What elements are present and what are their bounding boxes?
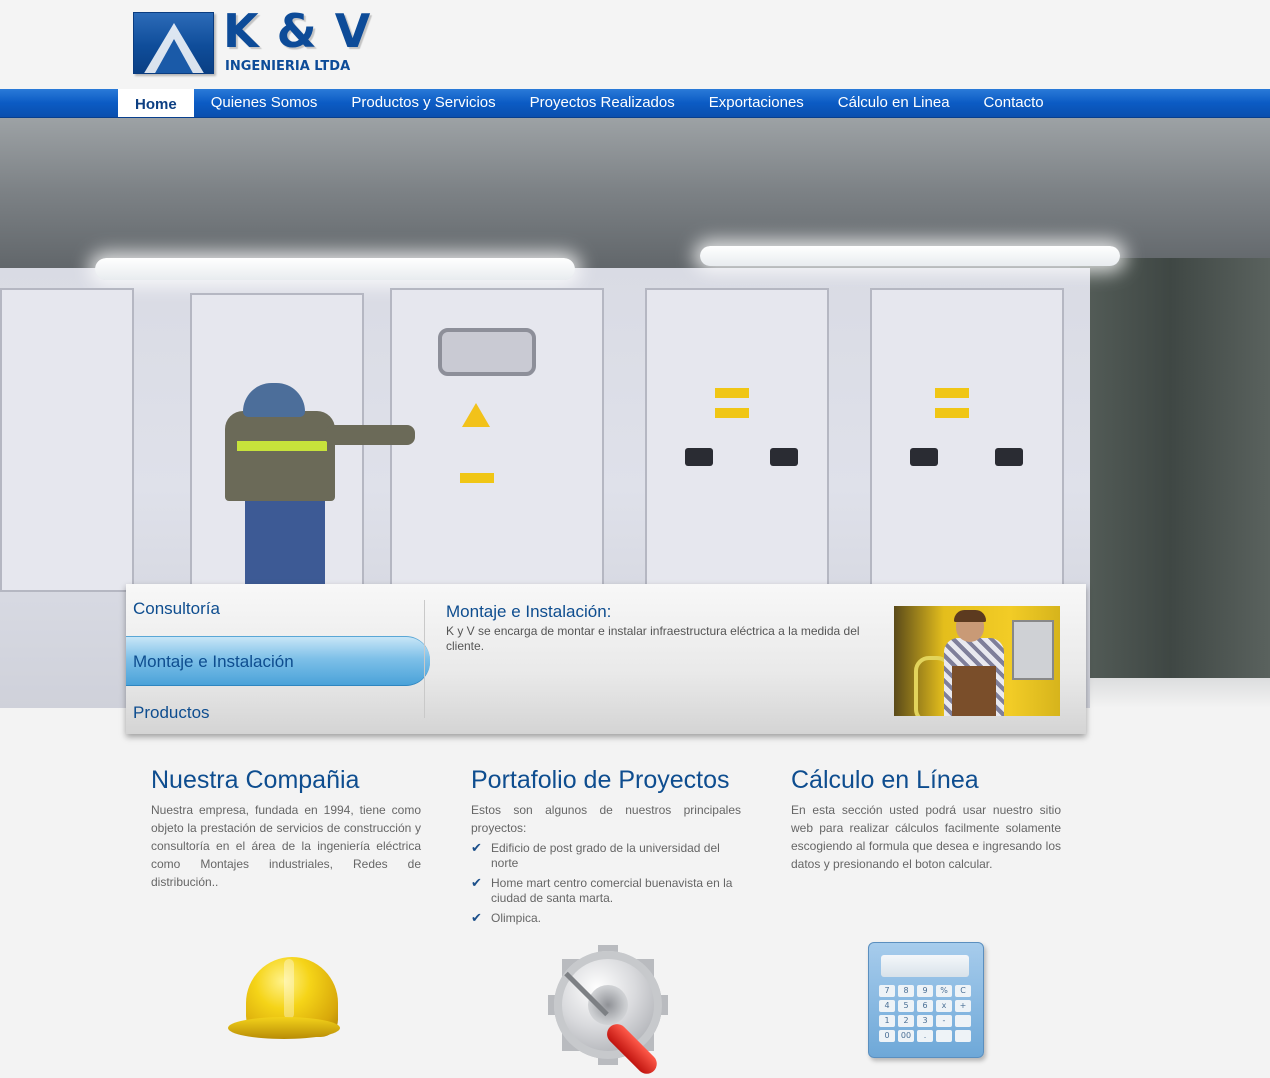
list-item: ✔ Edificio de post grado de la universida… [471,840,720,870]
calculator-key: + [955,1000,971,1012]
calculator-key: 9 [917,985,933,997]
nav-item-proyectos-realizados[interactable]: Proyectos Realizados [513,89,692,117]
project-list: ✔ Edificio de post grado de la universida… [471,840,741,926]
calculator-key: - [936,1015,952,1027]
company-logo[interactable]: K & V INGENIERIA LTDA [133,4,370,76]
calculator-screen [881,955,969,977]
column-title: Portafolio de Proyectos [471,766,730,794]
calculator-key: 1 [879,1015,895,1027]
checkmark-icon: ✔ [471,910,482,925]
calculator-key: . [917,1030,933,1042]
list-item: ✔ Home mart centro comercial buenavista e… [471,875,733,905]
calculator-key: x [936,1000,952,1012]
tab-montaje-instalacion[interactable]: Montaje e Instalación [126,636,430,686]
checkmark-icon: ✔ [471,875,482,890]
warning-sign-icon [462,403,490,427]
calculator-key: C [955,985,971,997]
tab-productos[interactable]: Productos [126,688,426,738]
gear-screwdriver-icon[interactable] [548,945,670,1078]
nav-item-home[interactable]: Home [118,89,194,117]
calculator-key: % [936,985,952,997]
calculator-key: 5 [898,1000,914,1012]
nav-item-calculo-linea[interactable]: Cálculo en Linea [821,89,967,117]
calculator-key: 6 [917,1000,933,1012]
calculator-key: 2 [898,1015,914,1027]
list-item: ✔ Olimpica. [471,910,542,925]
installer-photo [894,606,1060,716]
nav-item-productos-servicios[interactable]: Productos y Servicios [334,89,512,117]
calculator-key [955,1030,971,1042]
nav-item-contacto[interactable]: Contacto [967,89,1061,117]
services-slider: Consultoría Montaje e Instalación Produc… [126,584,1086,734]
slider-text: K y V se encarga de montar e instalar in… [446,624,860,653]
nav-item-quienes-somos[interactable]: Quienes Somos [194,89,335,117]
logo-name: K & V [223,4,372,58]
main-nav: Home Quienes Somos Productos y Servicios… [0,89,1270,118]
slider-title: Montaje e Instalación: [446,602,612,621]
calculator-key: 7 [879,985,895,997]
column-title: Nuestra Compañia [151,766,360,794]
slider-tabs: Consultoría Montaje e Instalación Produc… [126,584,430,734]
slider-content: Montaje e Instalación: K y V se encarga … [446,602,866,654]
calculator-key: 3 [917,1015,933,1027]
logo-mountain-icon [133,12,214,74]
calculator-key: 8 [898,985,914,997]
calculator-key [955,1015,971,1027]
column-text: Nuestra empresa, fundada en 1994, tiene … [151,803,421,889]
column-title: Cálculo en Línea [791,766,979,794]
column-online-calc: Cálculo en Línea En esta sección usted p… [791,766,1061,873]
calculator-key: 0 [879,1030,895,1042]
tab-consultoria[interactable]: Consultoría [126,584,426,634]
header: K & V INGENIERIA LTDA [0,0,1270,89]
column-company: Nuestra Compañia Nuestra empresa, fundad… [151,766,421,891]
logo-subtitle: INGENIERIA LTDA [225,59,351,74]
hard-hat-icon[interactable] [228,955,343,1050]
column-text: En esta sección usted podrá usar nuestro… [791,803,1061,871]
calculator-key: 00 [898,1030,914,1042]
checkmark-icon: ✔ [471,840,482,855]
worker-figure [215,383,415,588]
calculator-key: 4 [879,1000,895,1012]
column-text: Estos son algunos de nuestros principale… [471,803,741,835]
nav-item-exportaciones[interactable]: Exportaciones [692,89,821,117]
calculator-key [936,1030,952,1042]
calculator-keys: 7 8 9% C 4 5 6 x +1 2 3- 0 00. [879,985,973,1042]
calculator-icon[interactable]: 7 8 9% C 4 5 6 x +1 2 3- 0 00. [868,942,984,1058]
column-portfolio: Portafolio de Proyectos Estos son alguno… [471,766,741,931]
divider [424,600,425,718]
